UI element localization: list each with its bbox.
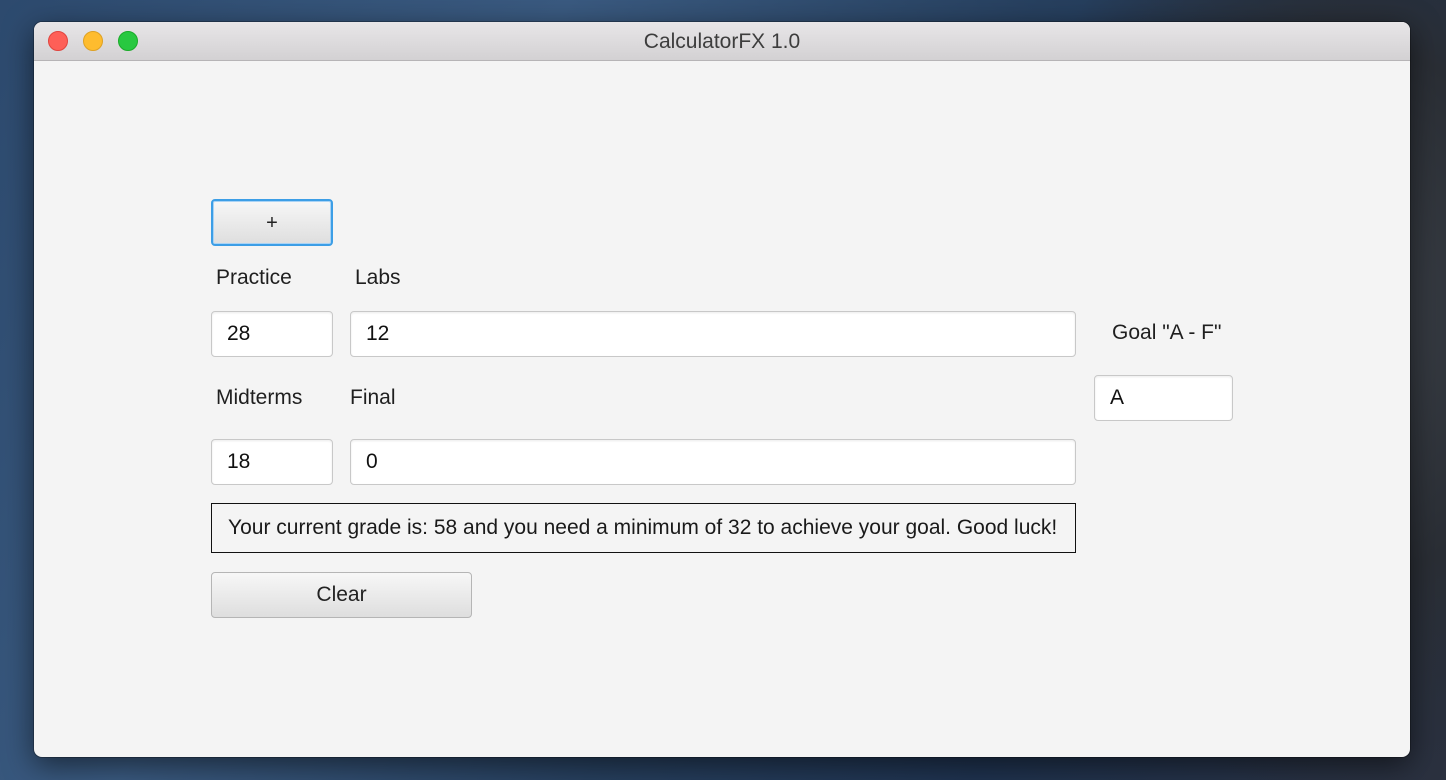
title-bar[interactable]: CalculatorFX 1.0 [34, 22, 1410, 61]
labs-label: Labs [355, 266, 401, 289]
final-label: Final [350, 386, 396, 409]
app-window: CalculatorFX 1.0 + Practice Labs Goal "A… [34, 22, 1410, 757]
practice-input[interactable] [211, 311, 333, 357]
labs-input[interactable] [350, 311, 1076, 357]
goal-input[interactable] [1094, 375, 1233, 421]
clear-button[interactable]: Clear [211, 572, 472, 618]
add-button[interactable]: + [211, 199, 333, 246]
goal-label: Goal "A - F" [1112, 321, 1222, 344]
final-input[interactable] [350, 439, 1076, 485]
window-title: CalculatorFX 1.0 [643, 30, 801, 53]
result-message: Your current grade is: 58 and you need a… [211, 503, 1076, 553]
midterms-label: Midterms [216, 386, 303, 409]
midterms-input[interactable] [211, 439, 333, 485]
main-content: + Practice Labs Goal "A - F" Midterms Fi… [34, 61, 1410, 757]
practice-label: Practice [216, 266, 292, 289]
